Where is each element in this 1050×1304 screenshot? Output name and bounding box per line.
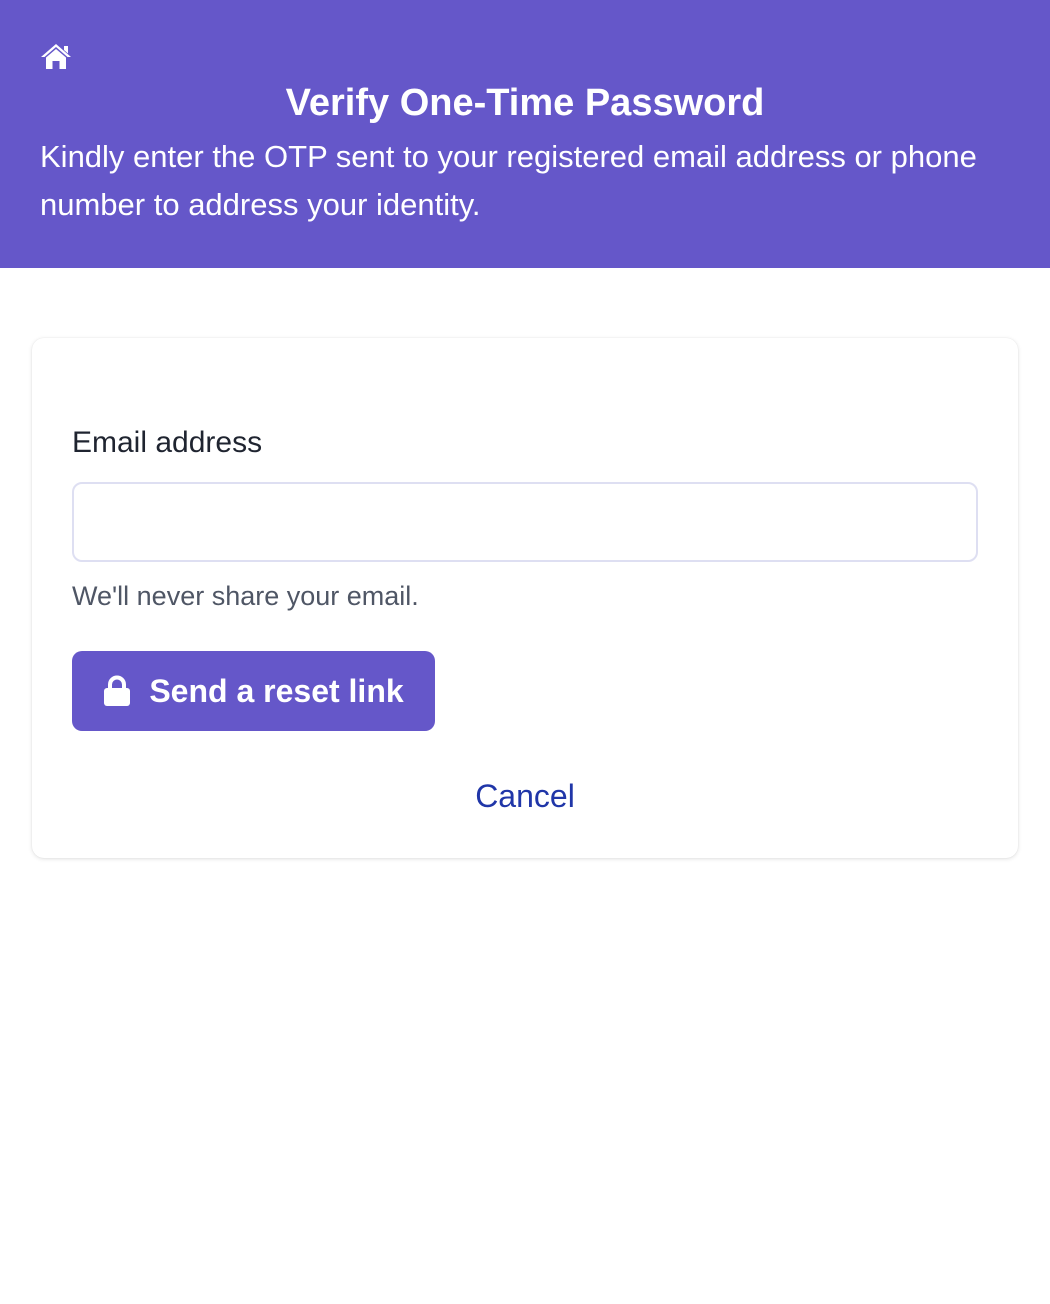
email-input[interactable] (72, 482, 978, 562)
lock-icon (103, 675, 131, 707)
home-icon[interactable] (40, 42, 72, 70)
cancel-link[interactable]: Cancel (32, 776, 1018, 816)
email-help-text: We'll never share your email. (72, 581, 419, 611)
email-label: Email address (72, 426, 263, 459)
reset-form-card: Email address We'll never share your ema… (32, 338, 1018, 858)
page-header: Verify One-Time Password Kindly enter th… (0, 0, 1050, 268)
page-title: Verify One-Time Password (285, 82, 765, 124)
page-subtitle: Kindly enter the OTP sent to your regist… (40, 139, 977, 222)
send-reset-link-button[interactable]: Send a reset link (72, 651, 435, 731)
send-reset-link-label: Send a reset link (149, 672, 404, 709)
